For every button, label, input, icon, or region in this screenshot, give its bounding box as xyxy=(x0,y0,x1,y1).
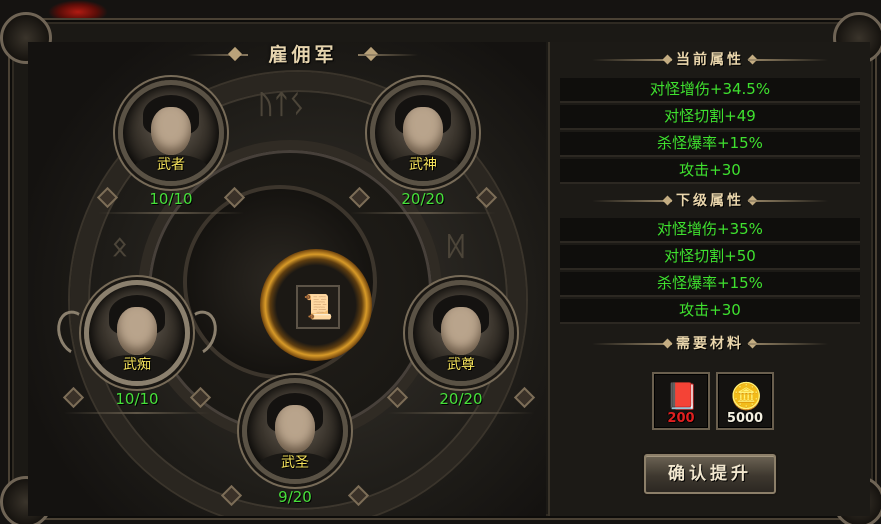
next-attr: 对怪切割+50 xyxy=(560,245,860,270)
hero-level: 20/20 xyxy=(439,390,483,408)
scroll-icon: 📜 xyxy=(303,293,333,321)
attributes-panel: 当前属性 对怪增伤+34.5% 对怪切割+49 杀怪爆率+15% 攻击+30 下… xyxy=(548,42,870,516)
hero-name: 武圣 xyxy=(281,455,309,471)
material-slot[interactable]: 🪙 5000 xyxy=(716,372,774,430)
hero-name: 武者 xyxy=(157,157,185,173)
next-attr: 杀怪爆率+15% xyxy=(560,272,860,297)
confirm-upgrade-button[interactable]: 确认提升 xyxy=(644,454,776,494)
section-title: 需要材料 xyxy=(676,336,744,352)
current-attr: 对怪增伤+34.5% xyxy=(560,78,860,103)
divider xyxy=(64,412,210,414)
level-down-arrow[interactable] xyxy=(62,386,85,409)
hero-slot[interactable]: 武尊 20/20 xyxy=(386,280,536,430)
rune-decoration: ᛞ xyxy=(448,232,464,262)
section-title: 当前属性 xyxy=(676,52,744,68)
divider xyxy=(388,412,534,414)
hero-slot[interactable]: 武者 10/10 xyxy=(96,80,246,230)
hero-slot[interactable]: 武圣 9/20 xyxy=(220,378,370,512)
current-attrs-header: 当前属性 xyxy=(550,48,870,72)
divider xyxy=(350,212,496,214)
hero-name: 武尊 xyxy=(447,357,475,373)
hero-slot[interactable]: 武神 20/20 xyxy=(348,80,498,230)
hero-name: 武痴 xyxy=(123,357,151,373)
divider xyxy=(98,212,244,214)
gold-ingot-icon: 🪙 xyxy=(730,382,763,412)
next-attr: 对怪增伤+35% xyxy=(560,218,860,243)
rune-decoration: ᚢᛏᛊ xyxy=(258,90,305,120)
hero-level: 10/10 xyxy=(149,190,193,208)
next-attrs-header: 下级属性 xyxy=(550,189,870,213)
window-title: 雇佣军 xyxy=(188,42,418,68)
diamond-ornament xyxy=(227,46,243,62)
window-title-text: 雇佣军 xyxy=(268,44,338,66)
divider xyxy=(358,54,418,56)
section-title: 下级属性 xyxy=(676,193,744,209)
material-slot[interactable]: 📕 200 xyxy=(652,372,710,430)
hero-slot[interactable]: 武痴 10/10 xyxy=(62,280,212,430)
hero-name: 武神 xyxy=(409,157,437,173)
next-attr: 攻击+30 xyxy=(560,299,860,324)
hero-level: 20/20 xyxy=(401,190,445,208)
core-item-slot[interactable]: 📜 xyxy=(296,285,340,329)
material-count: 200 xyxy=(667,411,695,426)
materials-header: 需要材料 xyxy=(550,332,870,356)
rune-decoration: ᛟ xyxy=(112,232,128,262)
hero-circle-panel: ᚢᛏᛊ ᛟ ᛞ 📜 武者 10/10 武神 20/20 武痴 10/10 武尊 … xyxy=(28,42,546,516)
level-up-arrow[interactable] xyxy=(513,386,536,409)
current-attr: 杀怪爆率+15% xyxy=(560,132,860,157)
card-book-icon: 📕 xyxy=(666,382,699,412)
upgrade-core: 📜 xyxy=(260,249,372,361)
hero-level: 9/20 xyxy=(278,488,312,506)
mercenary-window: ᚢᛏᛊ ᛟ ᛞ 📜 武者 10/10 武神 20/20 武痴 10/10 武尊 … xyxy=(0,0,881,524)
material-count: 5000 xyxy=(726,411,764,426)
current-attr: 对怪切割+49 xyxy=(560,105,860,130)
current-attr: 攻击+30 xyxy=(560,159,860,184)
hero-level: 10/10 xyxy=(115,390,159,408)
